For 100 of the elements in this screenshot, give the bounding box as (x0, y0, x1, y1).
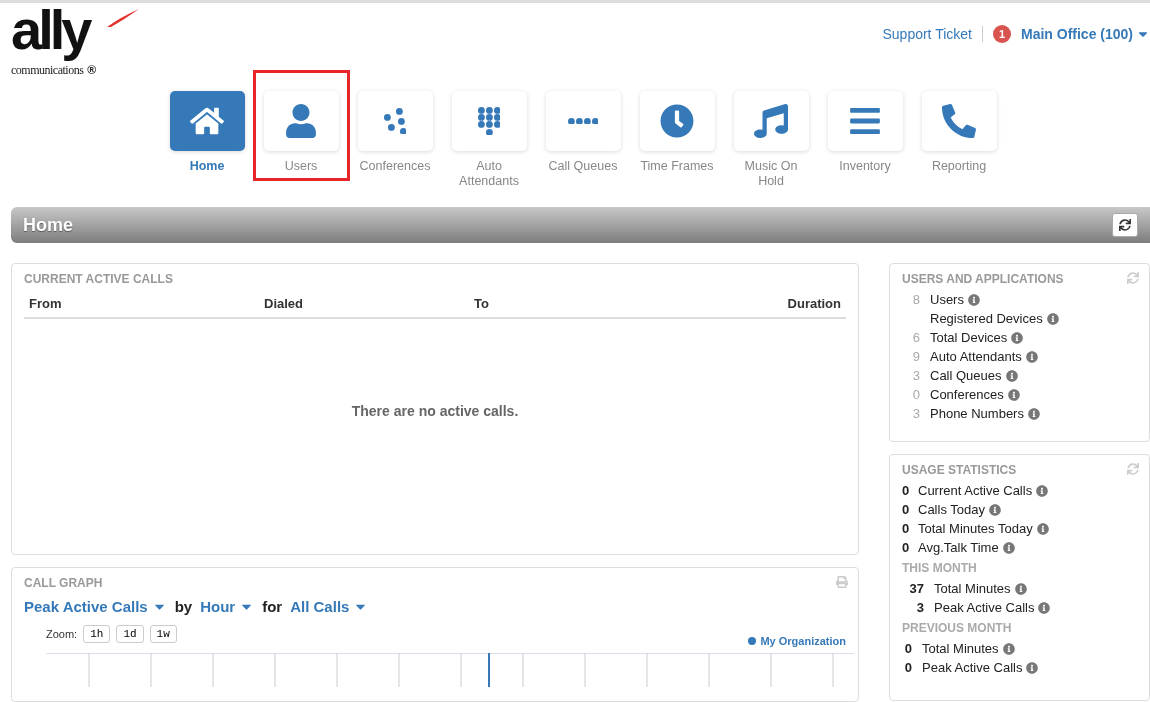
info-icon[interactable] (1036, 484, 1049, 497)
stat-count: 0 (903, 641, 912, 656)
nav-tile[interactable] (263, 91, 339, 151)
swoosh-icon (107, 9, 139, 27)
music-note-icon (754, 104, 788, 138)
period-dropdown[interactable]: Hour (200, 597, 255, 615)
stat-label: Total Minutes (934, 581, 1011, 596)
stat-label: Conferences (930, 387, 1004, 402)
info-icon[interactable] (1002, 541, 1015, 554)
for-label: for (262, 597, 283, 615)
stat-label: Phone Numbers (930, 406, 1024, 421)
stat-count: 3 (911, 368, 920, 383)
panel-title: CURRENT ACTIVE CALLS (24, 272, 173, 286)
stat-label: Avg.Talk Time (918, 540, 999, 555)
stat-count: 8 (911, 292, 920, 307)
by-label: by (174, 597, 193, 615)
nav-tile[interactable] (451, 91, 527, 151)
refresh-icon (1119, 219, 1131, 231)
info-icon[interactable] (1014, 582, 1027, 595)
info-icon[interactable] (1005, 369, 1018, 382)
nav-label: Auto Attendants (458, 159, 520, 189)
info-icon[interactable] (967, 293, 980, 306)
nav-label: Call Queues (547, 159, 619, 174)
zoom-button[interactable]: 1w (149, 624, 177, 643)
stat-count: 0 (903, 660, 912, 675)
info-icon[interactable] (1026, 661, 1039, 674)
nav-tile[interactable] (733, 91, 809, 151)
stat-label: Calls Today (918, 502, 985, 517)
legend-item[interactable]: My Organization (748, 634, 846, 647)
column-header: From (29, 296, 63, 311)
nav-tile[interactable] (169, 91, 245, 151)
stat-count: 37 (908, 581, 924, 596)
panel-title: CALL GRAPH (24, 575, 103, 590)
registered-mark: ® (87, 63, 97, 77)
nav-tile[interactable] (639, 91, 715, 151)
metric-dropdown[interactable]: Peak Active Calls (24, 597, 167, 615)
stat-count: 6 (911, 330, 920, 345)
column-header: To (474, 296, 490, 311)
panel-title: USERS AND APPLICATIONS (902, 272, 1064, 286)
stat-count: 3 (915, 600, 924, 615)
support-ticket-link[interactable]: Support Ticket (882, 26, 972, 42)
nav-label: Reporting (930, 159, 988, 174)
group-heading: THIS MONTH (902, 561, 978, 575)
zoom-label: Zoom: (46, 627, 78, 640)
nav-tile[interactable] (827, 91, 903, 151)
stat-count: 0 (902, 540, 908, 555)
dots-icon (477, 106, 501, 136)
nav-label: Music On Hold (743, 159, 799, 189)
page-title: Home (23, 214, 73, 236)
info-icon[interactable] (1025, 350, 1038, 363)
logo-wordmark: ally (11, 3, 91, 63)
info-icon[interactable] (1038, 601, 1051, 614)
info-icon[interactable] (1002, 642, 1015, 655)
stat-label: Registered Devices (930, 311, 1043, 326)
stat-label: Call Queues (930, 368, 1002, 383)
stat-label: Peak Active Calls (934, 600, 1035, 615)
stat-label: Auto Attendants (930, 349, 1022, 364)
stat-count: 0 (902, 502, 908, 517)
zoom-button[interactable]: 1d (116, 624, 144, 643)
stat-count: 3 (911, 406, 920, 421)
nav-tile[interactable] (545, 91, 621, 151)
info-icon[interactable] (1027, 407, 1040, 420)
stat-label: Total Devices (930, 330, 1008, 345)
info-icon[interactable] (988, 503, 1001, 516)
info-icon[interactable] (1046, 312, 1059, 325)
info-icon[interactable] (1007, 388, 1020, 401)
nav-label: Time Frames (639, 159, 715, 174)
stat-label: Total Minutes Today (918, 521, 1033, 536)
nav-label: Users (283, 159, 319, 174)
stat-count: 0 (902, 483, 908, 498)
filter-dropdown[interactable]: All Calls (290, 597, 369, 615)
nav-tile[interactable] (921, 91, 997, 151)
info-icon[interactable] (1011, 331, 1024, 344)
zoom-button[interactable]: 1h (83, 624, 111, 643)
empty-message: There are no active calls. (350, 403, 520, 419)
column-header: Dialed (264, 296, 304, 311)
nav-label: Conferences (358, 159, 432, 174)
stat-count: 9 (911, 349, 920, 364)
stat-count: 0 (902, 521, 908, 536)
refresh-button[interactable] (1112, 213, 1138, 237)
panel-title: USAGE STATISTICS (902, 463, 1017, 477)
clock-icon (660, 104, 694, 138)
nav-label: Inventory (838, 159, 892, 174)
nav-tile[interactable] (357, 91, 433, 151)
group-heading: PREVIOUS MONTH (902, 621, 1013, 635)
notification-badge: 1 (992, 25, 1011, 43)
user-icon (284, 104, 318, 138)
phone-icon (942, 104, 976, 138)
office-dropdown[interactable]: Main Office (100) (1020, 26, 1150, 42)
stat-label: Users (930, 292, 964, 307)
stat-label: Total Minutes (922, 641, 999, 656)
dots-icon (567, 117, 599, 125)
stat-label: Current Active Calls (918, 483, 1033, 498)
dots-icon (383, 107, 407, 135)
info-icon[interactable] (1036, 522, 1049, 535)
nav-label: Home (188, 159, 226, 174)
stat-count: 0 (911, 387, 920, 402)
logo-tagline: communications (11, 63, 84, 78)
stat-label: Peak Active Calls (922, 660, 1023, 675)
column-header: Duration (787, 296, 841, 311)
